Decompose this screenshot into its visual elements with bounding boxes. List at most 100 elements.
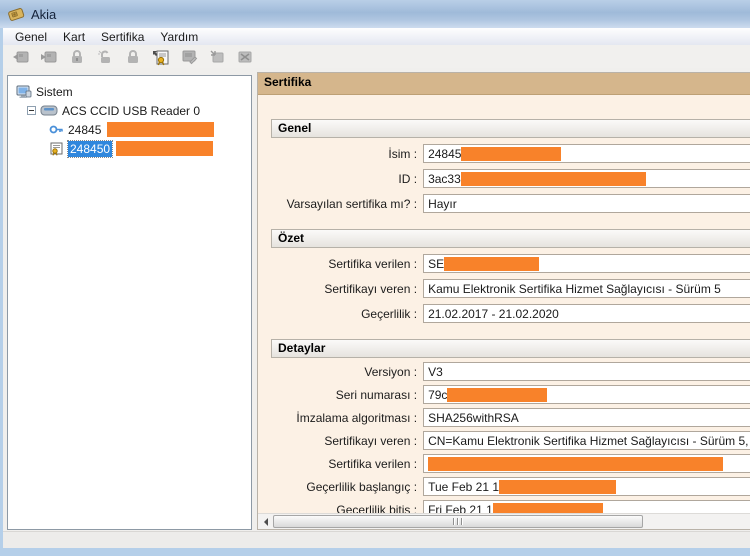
field-row-isim: İsim : 24845 <box>271 144 750 163</box>
field-text: V3 <box>428 365 443 379</box>
change-pin-icon[interactable] <box>120 45 145 68</box>
redaction-block <box>461 172 646 186</box>
lock-icon[interactable] <box>64 45 89 68</box>
field-row-seri-numarasi: Seri numarası : 79c <box>271 385 750 404</box>
field-value-varsayilan[interactable]: Hayır <box>423 194 750 213</box>
field-value-versiyon[interactable]: V3 <box>423 362 750 381</box>
redaction-block <box>444 257 539 271</box>
field-label: Sertifika verilen : <box>271 257 417 271</box>
tree-item-key[interactable]: 24845 <box>8 120 251 139</box>
redaction-block <box>461 147 561 161</box>
scroll-left-arrow-icon[interactable] <box>258 514 273 529</box>
field-label: Geçerlilik başlangıç : <box>271 480 417 494</box>
main-content: Sistem ACS CCID USB Reader 0 <box>3 68 750 532</box>
horizontal-scrollbar[interactable] <box>258 513 750 529</box>
field-row-imzalama: İmzalama algoritması : SHA256withRSA <box>271 408 750 427</box>
menu-yardim[interactable]: Yardım <box>152 29 206 45</box>
tree-item-reader[interactable]: ACS CCID USB Reader 0 <box>8 101 251 120</box>
field-text: Fri Feb 21 1 <box>428 503 493 514</box>
certificate-panel: Sertifika Genel İsim : 24845 ID : 3ac33 <box>257 72 750 530</box>
field-text: SE <box>428 257 444 271</box>
device-tree: Sistem ACS CCID USB Reader 0 <box>7 75 252 530</box>
redaction-block <box>428 457 723 471</box>
akia-window: { "window": { "title": "Akia" }, "menu":… <box>0 0 750 556</box>
menu-kart[interactable]: Kart <box>55 29 93 45</box>
tree-item-certificate[interactable]: 248450 <box>8 139 251 158</box>
unlock-icon[interactable] <box>92 45 117 68</box>
section-genel: Genel İsim : 24845 ID : 3ac33 V <box>271 119 750 213</box>
field-label: Versiyon : <box>271 365 417 379</box>
expander-minus-icon[interactable] <box>27 106 36 115</box>
field-label: Sertifika verilen : <box>271 457 417 471</box>
import-certificate-icon[interactable] <box>204 45 229 68</box>
field-text: Kamu Elektronik Sertifika Hizmet Sağlayı… <box>428 282 721 296</box>
field-value-sertifika-verilen[interactable]: SE <box>423 254 750 273</box>
certificate-icon <box>49 142 64 156</box>
field-text: 79c <box>428 388 447 402</box>
section-ozet-header: Özet <box>271 229 750 248</box>
section-ozet: Özet Sertifika verilen : SE Sertifikayı … <box>271 229 750 323</box>
tree-item-label: Sistem <box>36 85 73 99</box>
scrollbar-thumb[interactable] <box>273 515 643 528</box>
titlebar[interactable]: Akia <box>0 0 750 28</box>
field-value-bitis[interactable]: Fri Feb 21 1 <box>423 500 750 513</box>
field-text: CN=Kamu Elektronik Sertifika Hizmet Sağl… <box>428 434 750 448</box>
section-genel-header: Genel <box>271 119 750 138</box>
field-label: İmzalama algoritması : <box>271 411 417 425</box>
field-label: ID : <box>271 172 417 186</box>
certificate-panel-title: Sertifika <box>258 73 750 95</box>
field-value-gecerlilik[interactable]: 21.02.2017 - 21.02.2020 <box>423 304 750 323</box>
certificate-details: Genel İsim : 24845 ID : 3ac33 V <box>258 93 750 513</box>
field-value-seri-numarasi[interactable]: 79c <box>423 385 750 404</box>
redaction-block <box>499 480 616 494</box>
field-value-detay-verilen[interactable] <box>423 454 750 473</box>
field-row-detay-veren: Sertifikayı veren : CN=Kamu Elektronik S… <box>271 431 750 450</box>
field-text: Hayır <box>428 197 457 211</box>
app-icon <box>7 6 25 22</box>
field-row-detay-verilen: Sertifika verilen : <box>271 454 750 473</box>
field-value-imzalama[interactable]: SHA256withRSA <box>423 408 750 427</box>
field-label: Geçerlilik : <box>271 307 417 321</box>
menu-genel[interactable]: Genel <box>7 29 55 45</box>
field-label: Seri numarası : <box>271 388 417 402</box>
field-label: Sertifikayı veren : <box>271 434 417 448</box>
field-row-varsayilan: Varsayılan sertifika mı? : Hayır <box>271 194 750 213</box>
field-value-sertifikayi-veren[interactable]: Kamu Elektronik Sertifika Hizmet Sağlayı… <box>423 279 750 298</box>
field-row-sertifikayi-veren: Sertifikayı veren : Kamu Elektronik Sert… <box>271 279 750 298</box>
status-bar <box>3 531 750 548</box>
field-value-isim[interactable]: 24845 <box>423 144 750 163</box>
field-text: SHA256withRSA <box>428 411 519 425</box>
redaction-block <box>116 141 213 156</box>
tree-item-system[interactable]: Sistem <box>8 82 251 101</box>
menu-sertifika[interactable]: Sertifika <box>93 29 152 45</box>
field-row-sertifika-verilen: Sertifika verilen : SE <box>271 254 750 273</box>
delete-certificate-icon[interactable] <box>232 45 257 68</box>
tree-item-label: ACS CCID USB Reader 0 <box>62 104 200 118</box>
field-row-bitis: Geçerlilik bitiş : Fri Feb 21 1 <box>271 500 750 513</box>
field-text: 21.02.2017 - 21.02.2020 <box>428 307 559 321</box>
card-eject-icon[interactable] <box>36 45 61 68</box>
field-value-detay-veren[interactable]: CN=Kamu Elektronik Sertifika Hizmet Sağl… <box>423 431 750 450</box>
field-row-baslangic: Geçerlilik başlangıç : Tue Feb 21 1 <box>271 477 750 496</box>
tree-item-label-selected: 248450 <box>68 141 112 157</box>
field-text: 24845 <box>428 147 461 161</box>
redaction-block <box>107 122 214 137</box>
field-value-baslangic[interactable]: Tue Feb 21 1 <box>423 477 750 496</box>
redaction-block <box>447 388 547 402</box>
show-certificate-icon[interactable] <box>148 45 173 68</box>
field-row-id: ID : 3ac33 <box>271 169 750 188</box>
field-label: Sertifikayı veren : <box>271 282 417 296</box>
tree-item-label: 24845 <box>68 123 101 137</box>
computer-icon <box>16 85 32 99</box>
section-detaylar-header: Detaylar <box>271 339 750 358</box>
key-icon <box>49 123 64 136</box>
redaction-block <box>493 503 603 514</box>
section-detaylar: Detaylar Versiyon : V3 Seri numarası : 7… <box>271 339 750 513</box>
sign-certificate-icon[interactable] <box>176 45 201 68</box>
field-row-gecerlilik: Geçerlilik : 21.02.2017 - 21.02.2020 <box>271 304 750 323</box>
field-label: Varsayılan sertifika mı? : <box>271 197 417 211</box>
card-reader-icon <box>40 104 58 117</box>
window-title: Akia <box>31 7 56 22</box>
field-value-id[interactable]: 3ac33 <box>423 169 750 188</box>
card-insert-icon[interactable] <box>8 45 33 68</box>
